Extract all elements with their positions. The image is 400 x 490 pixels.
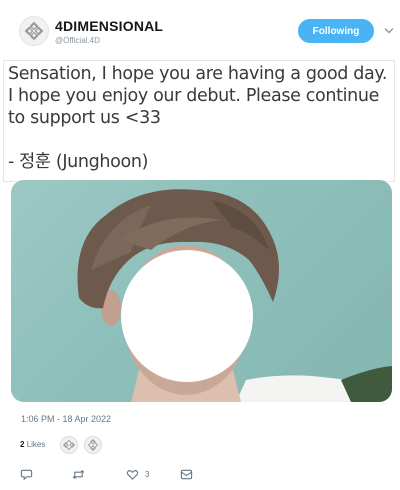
liker-avatar[interactable] bbox=[60, 436, 78, 454]
tweet-photo[interactable] bbox=[11, 180, 392, 402]
tweet-actions: 3 bbox=[0, 462, 400, 486]
message-icon bbox=[180, 469, 193, 479]
account-avatar[interactable] bbox=[19, 16, 49, 46]
direct-message-button[interactable] bbox=[180, 467, 193, 481]
likes-label: Likes bbox=[26, 440, 46, 449]
like-button[interactable]: 3 bbox=[126, 467, 149, 481]
photo-content bbox=[11, 180, 392, 402]
logo-icon bbox=[62, 439, 76, 451]
retweet-icon bbox=[72, 469, 85, 479]
reply-icon bbox=[20, 469, 33, 480]
reply-button[interactable] bbox=[20, 467, 33, 481]
tweet-timestamp[interactable]: 1:06 PM - 18 Apr 2022 bbox=[21, 414, 111, 424]
retweet-button[interactable] bbox=[72, 467, 85, 481]
logo-icon bbox=[24, 21, 44, 41]
chevron-down-icon[interactable] bbox=[384, 26, 394, 36]
logo-icon bbox=[87, 438, 99, 452]
like-count: 3 bbox=[145, 469, 150, 479]
account-display-name[interactable]: 4DIMENSIONAL bbox=[55, 18, 163, 34]
account-handle[interactable]: @Official.4D bbox=[55, 36, 100, 45]
likes-count: 2 bbox=[20, 440, 25, 449]
following-button[interactable]: Following bbox=[298, 19, 374, 43]
tweet-text: Sensation, I hope you are having a good … bbox=[3, 60, 395, 182]
tweet-header: 4DIMENSIONAL @Official.4D Following bbox=[0, 0, 400, 58]
liker-avatar[interactable] bbox=[84, 436, 102, 454]
likes-summary[interactable]: 2 Likes bbox=[20, 440, 45, 449]
heart-icon bbox=[126, 469, 139, 480]
